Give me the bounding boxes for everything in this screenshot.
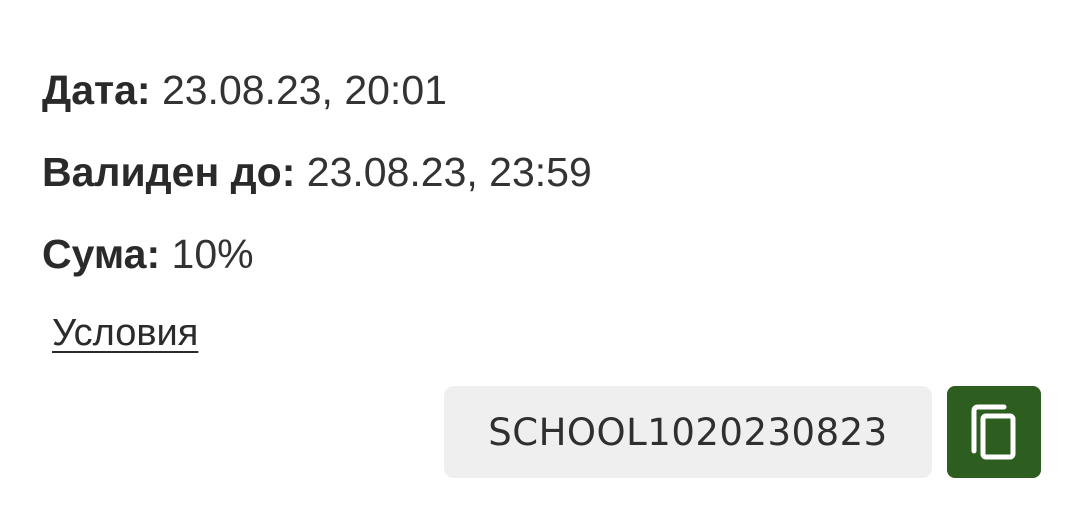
date-label: Дата:	[42, 67, 151, 113]
valid-until-row: Валиден до: 23.08.23, 23:59	[42, 148, 592, 196]
amount-label: Сума:	[42, 231, 161, 277]
amount-value: 10%	[171, 231, 254, 277]
date-row: Дата: 23.08.23, 20:01	[42, 66, 447, 114]
amount-row: Сума: 10%	[42, 230, 254, 278]
terms-link[interactable]: Условия	[52, 310, 198, 356]
date-value: 23.08.23, 20:01	[161, 67, 447, 113]
voucher-code: SCHOOL1020230823	[444, 386, 932, 478]
valid-until-label: Валиден до:	[42, 149, 296, 195]
copy-code-button[interactable]	[947, 386, 1041, 478]
copy-icon	[971, 404, 1016, 460]
valid-until-value: 23.08.23, 23:59	[306, 149, 592, 195]
